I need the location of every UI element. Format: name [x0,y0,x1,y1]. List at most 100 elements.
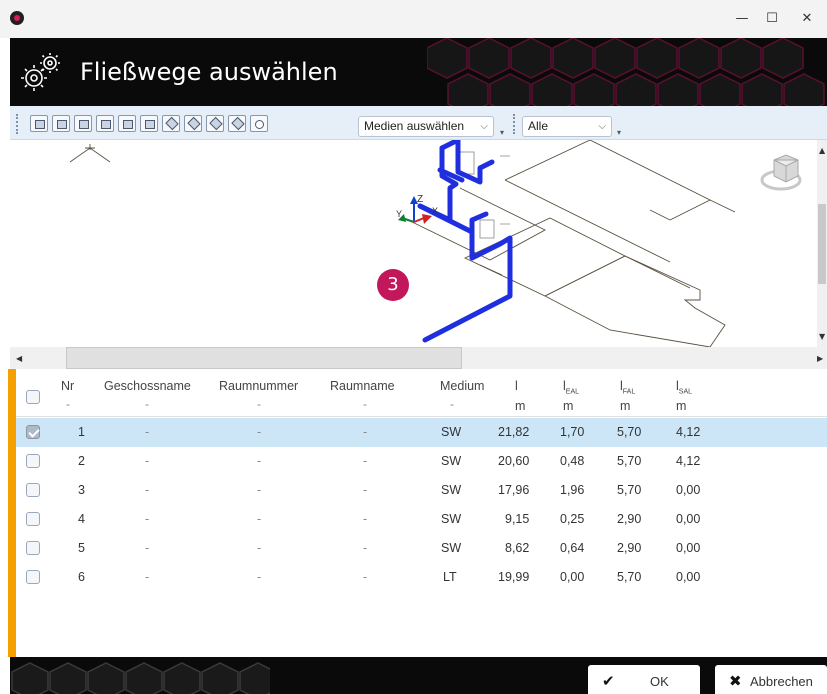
row-checkbox[interactable] [26,570,40,584]
table-row[interactable]: 4 - - - SW 9,15 0,25 2,90 0,00 [16,505,827,534]
column-header-l-fal[interactable]: lFAL [620,379,635,396]
cell-l-eal: 1,96 [560,483,585,497]
viewport-vertical-scrollbar[interactable]: ▲ ▼ [817,140,827,347]
toolbar-grip[interactable] [16,114,19,134]
cell-geschossname: - [145,454,150,468]
cell-raumnummer: - [257,570,262,584]
cell-raumname: - [363,425,368,439]
scroll-right-icon[interactable]: ▶ [817,354,823,363]
view-iso-se-icon[interactable] [184,115,202,132]
cell-l: 17,96 [498,483,530,497]
table-row[interactable]: 6 - - - LT 19,99 0,00 5,70 0,00 [16,563,827,592]
scroll-left-icon[interactable]: ◀ [16,354,22,363]
unit-l-sal: m [676,399,687,413]
table-row[interactable]: 2 - - - SW 20,60 0,48 5,70 4,12 [16,447,827,476]
cell-raumnummer: - [257,425,262,439]
cell-medium: SW [441,425,462,439]
column-filter-medium[interactable]: - [450,397,454,411]
row-checkbox[interactable] [26,425,40,439]
view-back-icon[interactable] [52,115,70,132]
cell-l-fal: 5,70 [617,570,642,584]
view-iso-sw-icon[interactable] [162,115,180,132]
cell-geschossname: - [145,483,150,497]
cell-geschossname: - [145,541,150,555]
unit-l: m [515,399,526,413]
close-icon: ✖ [729,672,742,690]
column-header-l[interactable]: l [515,379,518,393]
cell-l-sal: 4,12 [676,425,701,439]
viewport-vertical-scroll-thumb[interactable] [818,204,826,284]
axis-label-x: X [432,206,438,216]
media-select[interactable]: Medien auswählen ⌵ [358,116,494,137]
row-checkbox[interactable] [26,541,40,555]
column-header-raumname[interactable]: Raumname [330,379,395,393]
toolbar-grip[interactable] [513,114,516,134]
step-badge: 3 [377,269,409,301]
view-front-icon[interactable] [30,115,48,132]
column-header-geschossname[interactable]: Geschossname [104,379,191,393]
row-checkbox[interactable] [26,454,40,468]
3d-viewport[interactable]: Z X Y ▲ ▼ [10,140,827,347]
table-row[interactable]: 1 - - - SW 21,82 1,70 5,70 4,12 [16,418,827,447]
cancel-button[interactable]: ✖ Abbrechen [715,665,827,694]
chevron-down-icon: ⌵ [480,121,488,132]
cell-raumname: - [363,483,368,497]
column-header-l-fal-subscript: FAL [622,388,636,396]
column-filter-nr[interactable]: - [66,397,70,411]
filter-select[interactable]: Alle ⌵ [522,116,612,137]
dialog-title: Fließwege auswählen [80,58,338,86]
viewport-horizontal-scroll-thumb[interactable] [66,347,462,369]
select-all-checkbox[interactable] [26,390,40,404]
table-row[interactable]: 5 - - - SW 8,62 0,64 2,90 0,00 [16,534,827,563]
column-header-l-sal-subscript: SAL [678,388,693,396]
view-toolbar: Medien auswählen ⌵ ▾ Alle ⌵ ▾ [10,106,827,140]
hexagon-pattern-background [11,662,270,694]
row-checkbox[interactable] [26,483,40,497]
row-checkbox[interactable] [26,512,40,526]
cell-medium: SW [441,512,462,526]
column-header-l-sal[interactable]: lSAL [676,379,692,396]
scroll-up-icon[interactable]: ▲ [819,146,825,155]
view-right-icon[interactable] [96,115,114,132]
column-filter-raumnummer[interactable]: - [257,397,261,411]
cell-raumname: - [363,570,368,584]
ok-button-label: OK [650,674,669,689]
view-iso-ne-icon[interactable] [206,115,224,132]
view-top-icon[interactable] [118,115,136,132]
viewport-horizontal-scrollbar[interactable]: ◀ ▶ [10,347,827,369]
table-row[interactable]: 3 - - - SW 17,96 1,96 5,70 0,00 [16,476,827,505]
title-bar: — ☐ ✕ [0,0,827,38]
maximize-button[interactable]: ☐ [757,8,787,30]
dialog-window: — ☐ ✕ Fließwege auswählen Medien auswähl… [0,0,827,694]
cell-l-fal: 2,90 [617,512,642,526]
toolbar-overflow-icon[interactable]: ▾ [500,128,508,137]
close-button[interactable]: ✕ [792,8,822,30]
column-header-nr[interactable]: Nr [61,379,74,393]
scroll-down-icon[interactable]: ▼ [819,332,825,341]
toolbar-overflow-icon[interactable]: ▾ [617,128,625,137]
cell-nr: 6 [78,570,85,584]
cell-geschossname: - [145,512,150,526]
view-iso-nw-icon[interactable] [228,115,246,132]
cell-l-eal: 0,00 [560,570,585,584]
cell-l-sal: 4,12 [676,454,701,468]
column-header-medium[interactable]: Medium [440,379,484,393]
zoom-extents-icon[interactable] [250,115,268,132]
view-bottom-icon[interactable] [140,115,158,132]
column-header-l-eal[interactable]: lEAL [563,379,579,396]
column-filter-geschossname[interactable]: - [145,397,149,411]
view-cube-icon[interactable] [760,154,802,191]
cell-nr: 4 [78,512,85,526]
cell-l-eal: 0,25 [560,512,585,526]
cell-raumname: - [363,512,368,526]
minimize-button[interactable]: — [727,8,757,30]
axis-label-y: Y [396,209,402,219]
view-left-icon[interactable] [74,115,92,132]
cell-l-fal: 5,70 [617,425,642,439]
column-filter-raumname[interactable]: - [363,397,367,411]
cell-medium: SW [441,541,462,555]
cell-l: 19,99 [498,570,530,584]
flow-path-table: Nr Geschossname Raumnummer Raumname Medi… [16,369,827,657]
ok-button[interactable]: ✔ OK [588,665,700,694]
column-header-raumnummer[interactable]: Raumnummer [219,379,298,393]
